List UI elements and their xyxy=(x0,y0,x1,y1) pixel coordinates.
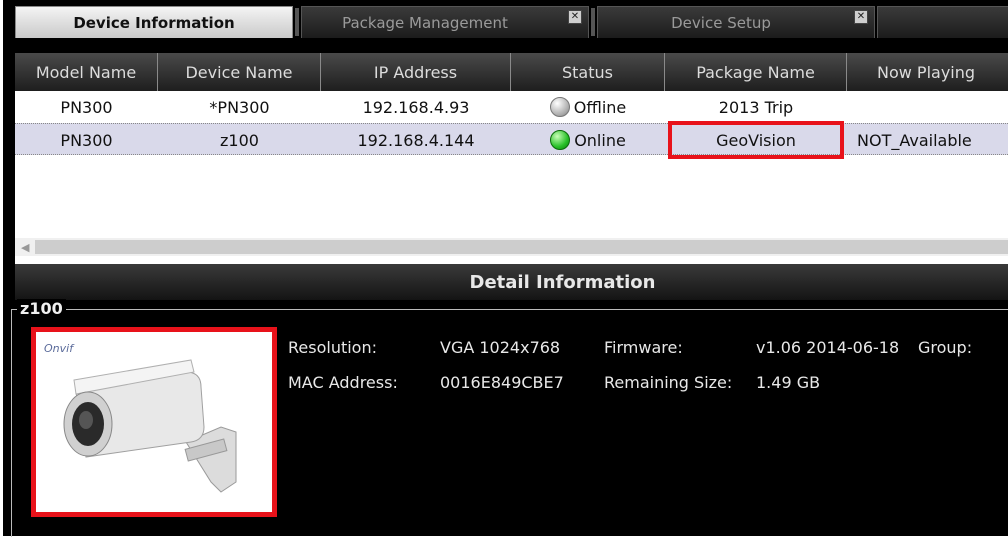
firmware-value: v1.06 2014-06-18 xyxy=(756,338,900,357)
tab-package-management[interactable]: Package Management ✕ xyxy=(301,6,589,38)
cell-status: Offline xyxy=(511,91,665,123)
cell-status: Online xyxy=(511,124,665,156)
cell-now-playing xyxy=(847,91,1008,123)
cell-model-name: PN300 xyxy=(60,97,113,117)
column-header-model-name[interactable]: Model Name xyxy=(15,53,158,91)
scrollbar-thumb[interactable] xyxy=(35,240,1008,254)
resolution-value: VGA 1024x768 xyxy=(440,338,561,357)
horizontal-scrollbar[interactable]: ◀ xyxy=(15,238,1008,256)
column-header-device-name[interactable]: Device Name xyxy=(158,53,321,91)
cell-device-name: z100 xyxy=(220,130,259,150)
package-highlight-box xyxy=(668,121,844,159)
table-header: Model Name Device Name IP Address Status… xyxy=(15,53,1008,91)
cell-ip-address: 192.168.4.144 xyxy=(357,130,475,150)
app-window: Device Information Package Management ✕ … xyxy=(3,0,1008,537)
cell-package-name: 2013 Trip xyxy=(718,97,794,117)
tab-separator xyxy=(295,8,299,36)
camera-image-icon xyxy=(63,359,237,493)
close-icon[interactable]: ✕ xyxy=(568,10,582,24)
close-icon[interactable]: ✕ xyxy=(854,10,868,24)
detail-title: Detail Information xyxy=(469,271,656,293)
resolution-label: Resolution: xyxy=(288,338,377,357)
group-label: Group: xyxy=(918,338,973,357)
tab-label: Package Management xyxy=(342,13,508,32)
onvif-logo: Onvif xyxy=(44,342,74,355)
tab-label: Device Setup xyxy=(671,13,771,32)
remaining-size-label: Remaining Size: xyxy=(604,373,733,392)
column-header-status[interactable]: Status xyxy=(511,53,665,91)
cell-ip-address: 192.168.4.93 xyxy=(362,97,470,117)
mac-address-value: 0016E849CBE7 xyxy=(440,373,564,392)
device-table: Model Name Device Name IP Address Status… xyxy=(15,53,1008,264)
firmware-label: Firmware: xyxy=(604,338,683,357)
column-header-ip-address[interactable]: IP Address xyxy=(321,53,511,91)
tab-bar-filler xyxy=(877,6,1008,38)
remaining-size-value: 1.49 GB xyxy=(756,373,821,392)
tab-device-setup[interactable]: Device Setup ✕ xyxy=(597,6,875,38)
offline-status-icon xyxy=(549,97,570,117)
mac-address-label: MAC Address: xyxy=(288,373,398,392)
tab-bar: Device Information Package Management ✕ … xyxy=(5,0,1008,42)
table-row-selected[interactable]: PN300 z100 192.168.4.144 Online GeoVisio… xyxy=(15,121,1008,159)
online-status-icon xyxy=(550,130,571,150)
tab-label: Device Information xyxy=(73,13,235,32)
table-row[interactable]: PN300 *PN300 192.168.4.93 Offline 2013 T… xyxy=(15,91,1008,123)
tab-device-information[interactable]: Device Information xyxy=(15,6,293,38)
status-label: Offline xyxy=(573,97,627,117)
device-detail-legend: z100 xyxy=(17,299,66,318)
device-image: Onvif xyxy=(31,327,277,517)
status-label: Online xyxy=(574,130,626,150)
cell-now-playing: NOT_Available xyxy=(857,130,972,150)
cell-device-name: *PN300 xyxy=(209,97,270,117)
column-header-now-playing[interactable]: Now Playing xyxy=(847,53,1008,91)
detail-information-header: Detail Information xyxy=(15,264,1008,300)
scroll-left-arrow-icon[interactable]: ◀ xyxy=(21,241,29,254)
cell-model-name: PN300 xyxy=(60,130,113,150)
column-header-package-name[interactable]: Package Name xyxy=(665,53,847,91)
tab-separator xyxy=(591,8,595,36)
